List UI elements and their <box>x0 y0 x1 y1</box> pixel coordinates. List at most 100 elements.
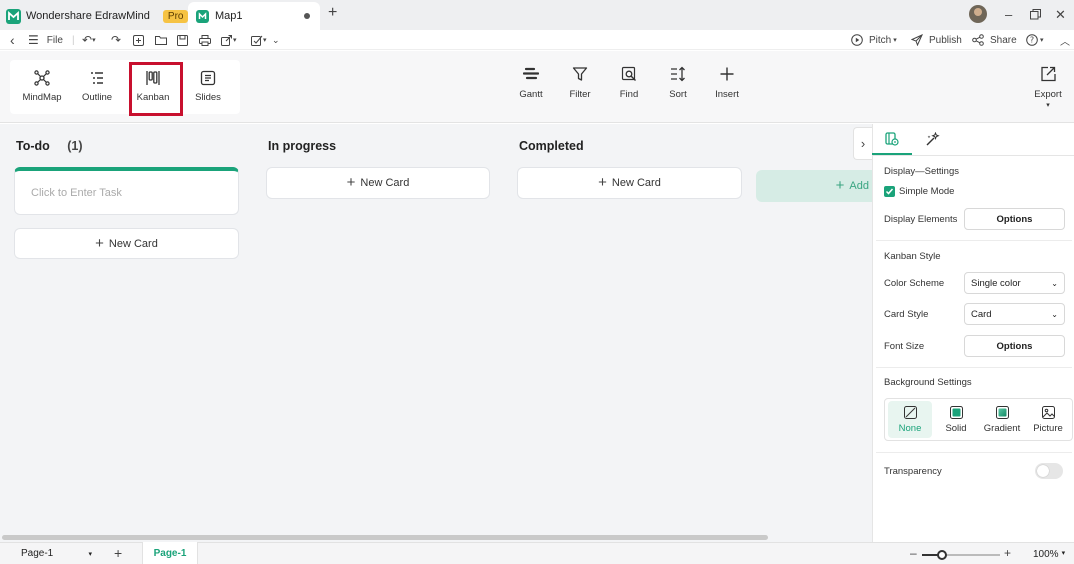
close-window-icon[interactable]: ✕ <box>1055 8 1066 22</box>
help-button[interactable]: ? ▾ <box>1026 32 1044 48</box>
document-tab-title: Map1 <box>215 10 243 22</box>
color-scheme-label: Color Scheme <box>884 278 945 289</box>
chevron-down-icon: ▾ <box>1061 550 1066 557</box>
transparency-toggle[interactable] <box>1035 463 1063 479</box>
gantt-button[interactable]: Gantt <box>509 66 553 100</box>
back-icon[interactable]: ‹ <box>10 32 15 48</box>
print-icon[interactable] <box>199 32 211 48</box>
chevron-down-icon: ⌄ <box>1051 278 1058 288</box>
share-icon <box>972 34 984 46</box>
simple-mode-checkbox[interactable]: Simple Mode <box>884 186 954 197</box>
add-column-button[interactable]: + Add <box>756 170 872 202</box>
customize-toolbar-icon[interactable]: ⌄ <box>272 32 280 48</box>
divider <box>876 240 1072 241</box>
share-button[interactable]: Share <box>972 32 1017 48</box>
save-icon[interactable] <box>177 32 188 48</box>
task-check-icon[interactable]: ▾ <box>251 32 267 48</box>
view-outline-label: Outline <box>81 92 113 103</box>
inprogress-new-card-button[interactable]: + New Card <box>266 167 490 199</box>
task-card-input[interactable]: Click to Enter Task <box>14 167 239 215</box>
settings-layout-icon <box>885 131 899 146</box>
zoom-slider-track[interactable] <box>922 554 1000 556</box>
insert-label: Insert <box>715 89 739 100</box>
card-style-value: Card <box>971 308 992 320</box>
slides-icon <box>200 70 216 86</box>
horizontal-scrollbar[interactable] <box>2 535 768 540</box>
zoom-in-icon[interactable]: + <box>1004 546 1011 560</box>
display-elements-options-button[interactable]: Options <box>964 208 1065 230</box>
minimize-icon[interactable]: – <box>1005 8 1012 22</box>
undo-icon[interactable]: ↶ ▾ <box>82 32 96 48</box>
tab-display-settings[interactable] <box>872 124 912 155</box>
pitch-dropdown-icon: ▾ <box>893 37 897 44</box>
view-slides-button[interactable]: Slides <box>182 64 234 114</box>
card-style-select[interactable]: Card ⌄ <box>964 303 1065 325</box>
chevron-down-icon: ▾ <box>88 550 92 558</box>
play-circle-icon <box>851 34 863 46</box>
gradient-fill-icon <box>995 406 1009 419</box>
font-size-label: Font Size <box>884 341 925 352</box>
new-file-icon[interactable] <box>133 32 144 48</box>
send-icon <box>911 34 923 46</box>
publish-button[interactable]: Publish <box>911 32 962 48</box>
completed-new-card-button[interactable]: + New Card <box>517 167 742 199</box>
bg-solid-option[interactable]: Solid <box>934 401 978 438</box>
divider <box>876 367 1072 368</box>
view-mindmap-label: MindMap <box>22 92 62 103</box>
share-label: Share <box>990 34 1017 46</box>
app-name: Wondershare EdrawMind <box>26 10 150 22</box>
picture-icon <box>1041 406 1055 419</box>
sort-label: Sort <box>669 89 687 100</box>
collapse-ribbon-icon[interactable]: ︿ <box>1060 32 1070 48</box>
page-select[interactable]: Page-1 ▾ <box>6 545 94 562</box>
bg-none-label: None <box>898 423 922 434</box>
document-tab[interactable]: Map1 <box>188 2 320 30</box>
column-completed-title: Completed <box>519 139 584 153</box>
collapse-panel-icon[interactable]: › <box>853 127 872 160</box>
color-scheme-select[interactable]: Single color ⌄ <box>964 272 1065 294</box>
plus-icon <box>719 66 735 82</box>
pitch-button[interactable]: Pitch ▾ <box>851 32 897 48</box>
help-dropdown-icon: ▾ <box>1040 37 1044 44</box>
page-tab-label: Page-1 <box>153 547 187 559</box>
bg-none-option[interactable]: None <box>888 401 932 438</box>
filter-button[interactable]: Filter <box>558 66 602 100</box>
todo-new-card-button[interactable]: + New Card <box>14 228 239 259</box>
gantt-icon <box>523 66 539 82</box>
publish-label: Publish <box>929 34 962 46</box>
open-folder-icon[interactable] <box>155 32 167 48</box>
divider <box>872 155 1074 156</box>
add-page-plus-icon[interactable]: + <box>114 545 122 561</box>
gantt-label: Gantt <box>519 89 543 100</box>
zoom-out-icon[interactable]: – <box>910 546 917 560</box>
insert-button[interactable]: Insert <box>705 66 749 100</box>
bg-picture-option[interactable]: Picture <box>1026 401 1070 438</box>
filter-icon <box>572 66 588 82</box>
add-column-label: Add <box>849 180 869 192</box>
bg-gradient-option[interactable]: Gradient <box>980 401 1024 438</box>
restore-icon[interactable] <box>1030 9 1041 20</box>
view-outline-button[interactable]: Outline <box>71 64 123 114</box>
zoom-level[interactable]: 100% ▾ <box>1033 549 1065 560</box>
chevron-down-icon: ⌄ <box>1051 309 1058 319</box>
tab-ai-style[interactable] <box>912 124 952 155</box>
solid-fill-icon <box>949 406 963 419</box>
export-button[interactable]: Export ▾ <box>1026 66 1070 109</box>
font-size-options-button[interactable]: Options <box>964 335 1065 357</box>
zoom-slider-handle[interactable] <box>937 550 947 560</box>
sort-button[interactable]: Sort <box>656 66 700 100</box>
new-tab-plus-icon[interactable]: + <box>328 5 337 21</box>
page-tab-active[interactable]: Page-1 <box>142 542 198 564</box>
redo-icon[interactable]: ↷ <box>111 32 121 48</box>
new-card-label: New Card <box>360 177 410 189</box>
file-menu[interactable]: ☰ File <box>28 32 63 48</box>
export-label: Export <box>1034 89 1062 100</box>
find-button[interactable]: Find <box>607 66 651 100</box>
view-mindmap-button[interactable]: MindMap <box>16 64 68 114</box>
avatar[interactable] <box>969 5 987 23</box>
app-tab[interactable]: Wondershare EdrawMind Pro <box>6 4 189 28</box>
export-share-icon[interactable]: ▾ <box>221 32 237 48</box>
export-icon <box>1040 66 1056 82</box>
new-card-label: New Card <box>611 177 661 189</box>
find-icon <box>621 66 637 82</box>
